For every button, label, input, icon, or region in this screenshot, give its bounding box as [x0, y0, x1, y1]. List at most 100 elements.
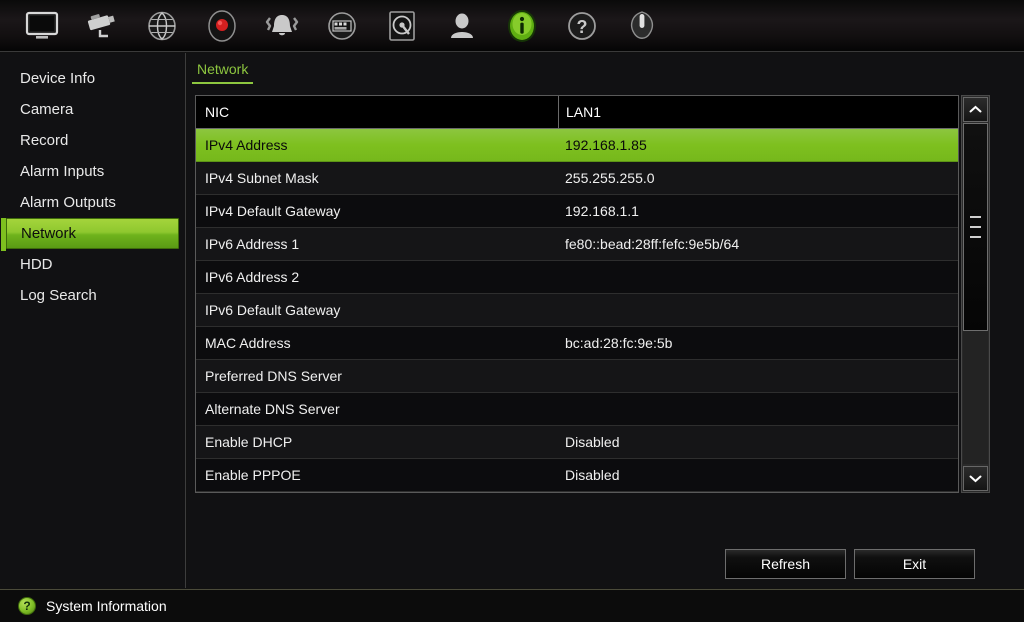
toolbar-item-hdd[interactable] — [372, 3, 432, 49]
sidebar-item-device-info[interactable]: Device Info — [6, 63, 179, 94]
playback-icon — [326, 11, 358, 41]
grip-line — [970, 236, 981, 238]
chevron-up-icon — [969, 101, 982, 119]
toolbar-item-playback[interactable] — [312, 3, 372, 49]
help-circle-icon: ? — [18, 597, 36, 615]
scrollbar-thumb[interactable] — [963, 123, 988, 331]
tab-label: Network — [197, 61, 249, 77]
table-header-row: NIC LAN1 — [196, 96, 958, 129]
table-row[interactable]: MAC Address bc:ad:28:fc:9e:5b — [196, 327, 958, 360]
sidebar-item-hdd[interactable]: HDD — [6, 249, 179, 280]
info-icon — [505, 8, 539, 44]
toolbar-item-record[interactable] — [192, 3, 252, 49]
svg-text:?: ? — [577, 17, 588, 37]
help-icon: ? — [567, 10, 597, 42]
hdd-icon — [388, 10, 416, 42]
sidebar-item-record[interactable]: Record — [6, 125, 179, 156]
action-button-row: Refresh Exit — [187, 549, 1024, 583]
power-icon — [627, 9, 657, 43]
tab-bar: Network — [187, 61, 1024, 87]
table-row[interactable]: Alternate DNS Server — [196, 393, 958, 426]
toolbar-item-help[interactable]: ? — [552, 3, 612, 49]
alarm-bell-icon — [263, 11, 301, 41]
refresh-button-label: Refresh — [760, 556, 811, 572]
sidebar-item-log-search[interactable]: Log Search — [6, 280, 179, 311]
sidebar-item-label: HDD — [20, 256, 53, 273]
status-bar-text: System Information — [46, 598, 167, 614]
network-info-table: NIC LAN1 IPv4 Address 192.168.1.85 IPv4 … — [195, 95, 959, 493]
row-value: 192.168.1.85 — [565, 137, 647, 153]
user-icon — [448, 11, 476, 41]
scrollbar-track[interactable] — [963, 123, 988, 464]
toolbar-item-alarm[interactable] — [252, 3, 312, 49]
grip-line — [970, 216, 981, 218]
row-key: IPv4 Subnet Mask — [205, 170, 319, 186]
system-information-window: ? Device Info Camera Record Alarm Inputs — [0, 0, 1024, 622]
sidebar-item-camera[interactable]: Camera — [6, 94, 179, 125]
scroll-up-button[interactable] — [963, 97, 988, 122]
row-key: Enable PPPOE — [205, 467, 301, 483]
status-bar: ? System Information — [0, 589, 1024, 622]
row-key: IPv4 Default Gateway — [205, 203, 341, 219]
row-value: 192.168.1.1 — [565, 203, 639, 219]
row-key: Preferred DNS Server — [205, 368, 342, 384]
toolbar-item-system-information[interactable] — [492, 3, 552, 49]
table-row[interactable]: Enable DHCP Disabled — [196, 426, 958, 459]
sidebar-item-alarm-outputs[interactable]: Alarm Outputs — [6, 187, 179, 218]
row-value — [558, 393, 958, 425]
row-value — [558, 360, 958, 392]
table-row[interactable]: IPv6 Address 1 fe80::bead:28ff:fefc:9e5b… — [196, 228, 958, 261]
row-value: bc:ad:28:fc:9e:5b — [565, 335, 673, 351]
chevron-down-icon — [969, 470, 982, 488]
sidebar: Device Info Camera Record Alarm Inputs A… — [0, 53, 186, 588]
table-row-filler — [196, 492, 958, 493]
sidebar-item-label: Log Search — [20, 287, 97, 304]
sidebar-item-label: Alarm Inputs — [20, 163, 105, 180]
column-header-nic: NIC — [205, 104, 230, 120]
table-row[interactable]: IPv4 Subnet Mask 255.255.255.0 — [196, 162, 958, 195]
column-header-lan1: LAN1 — [558, 96, 958, 128]
sidebar-item-label: Camera — [20, 101, 74, 118]
row-key: IPv6 Address 1 — [205, 236, 300, 252]
monitor-icon — [25, 11, 59, 41]
tab-network[interactable]: Network — [192, 61, 254, 84]
toolbar-item-user[interactable] — [432, 3, 492, 49]
table-row[interactable]: IPv4 Address 192.168.1.85 — [196, 129, 958, 162]
toolbar-item-camera[interactable] — [72, 3, 132, 49]
row-value: fe80::bead:28ff:fefc:9e5b/64 — [565, 236, 740, 252]
globe-network-icon — [146, 11, 178, 41]
table-row[interactable]: IPv6 Default Gateway — [196, 294, 958, 327]
sidebar-item-label: Record — [20, 132, 69, 149]
table-row[interactable]: IPv6 Address 2 — [196, 261, 958, 294]
toolbar-item-display[interactable] — [12, 3, 72, 49]
toolbar-item-shutdown[interactable] — [612, 3, 672, 49]
content-panel: Network NIC LAN1 IPv4 Address 192.168.1.… — [187, 53, 1024, 588]
row-key: Enable DHCP — [205, 434, 293, 450]
table-row[interactable]: IPv4 Default Gateway 192.168.1.1 — [196, 195, 958, 228]
table-row[interactable]: Enable PPPOE Disabled — [196, 459, 958, 492]
row-value: Disabled — [565, 467, 620, 483]
cctv-camera-icon — [84, 11, 120, 41]
row-key: IPv4 Address — [205, 137, 288, 153]
grip-line — [970, 226, 981, 228]
sidebar-item-label: Network — [21, 225, 77, 242]
refresh-button[interactable]: Refresh — [725, 549, 846, 579]
row-key: IPv6 Default Gateway — [205, 302, 341, 318]
sidebar-item-label: Alarm Outputs — [20, 194, 116, 211]
sidebar-item-label: Device Info — [20, 70, 96, 87]
exit-button-label: Exit — [902, 556, 927, 572]
toolbar-item-network[interactable] — [132, 3, 192, 49]
sidebar-item-network[interactable]: Network — [1, 218, 179, 251]
main-toolbar: ? — [0, 0, 1024, 52]
table-scrollbar[interactable] — [961, 95, 990, 493]
table-row[interactable]: Preferred DNS Server — [196, 360, 958, 393]
record-icon — [207, 9, 237, 42]
sidebar-item-alarm-inputs[interactable]: Alarm Inputs — [6, 156, 179, 187]
row-value — [558, 261, 958, 293]
row-key: IPv6 Address 2 — [205, 269, 300, 285]
row-value: 255.255.255.0 — [565, 170, 655, 186]
row-value: Disabled — [565, 434, 620, 450]
exit-button[interactable]: Exit — [854, 549, 975, 579]
row-key: Alternate DNS Server — [205, 401, 340, 417]
scroll-down-button[interactable] — [963, 466, 988, 491]
